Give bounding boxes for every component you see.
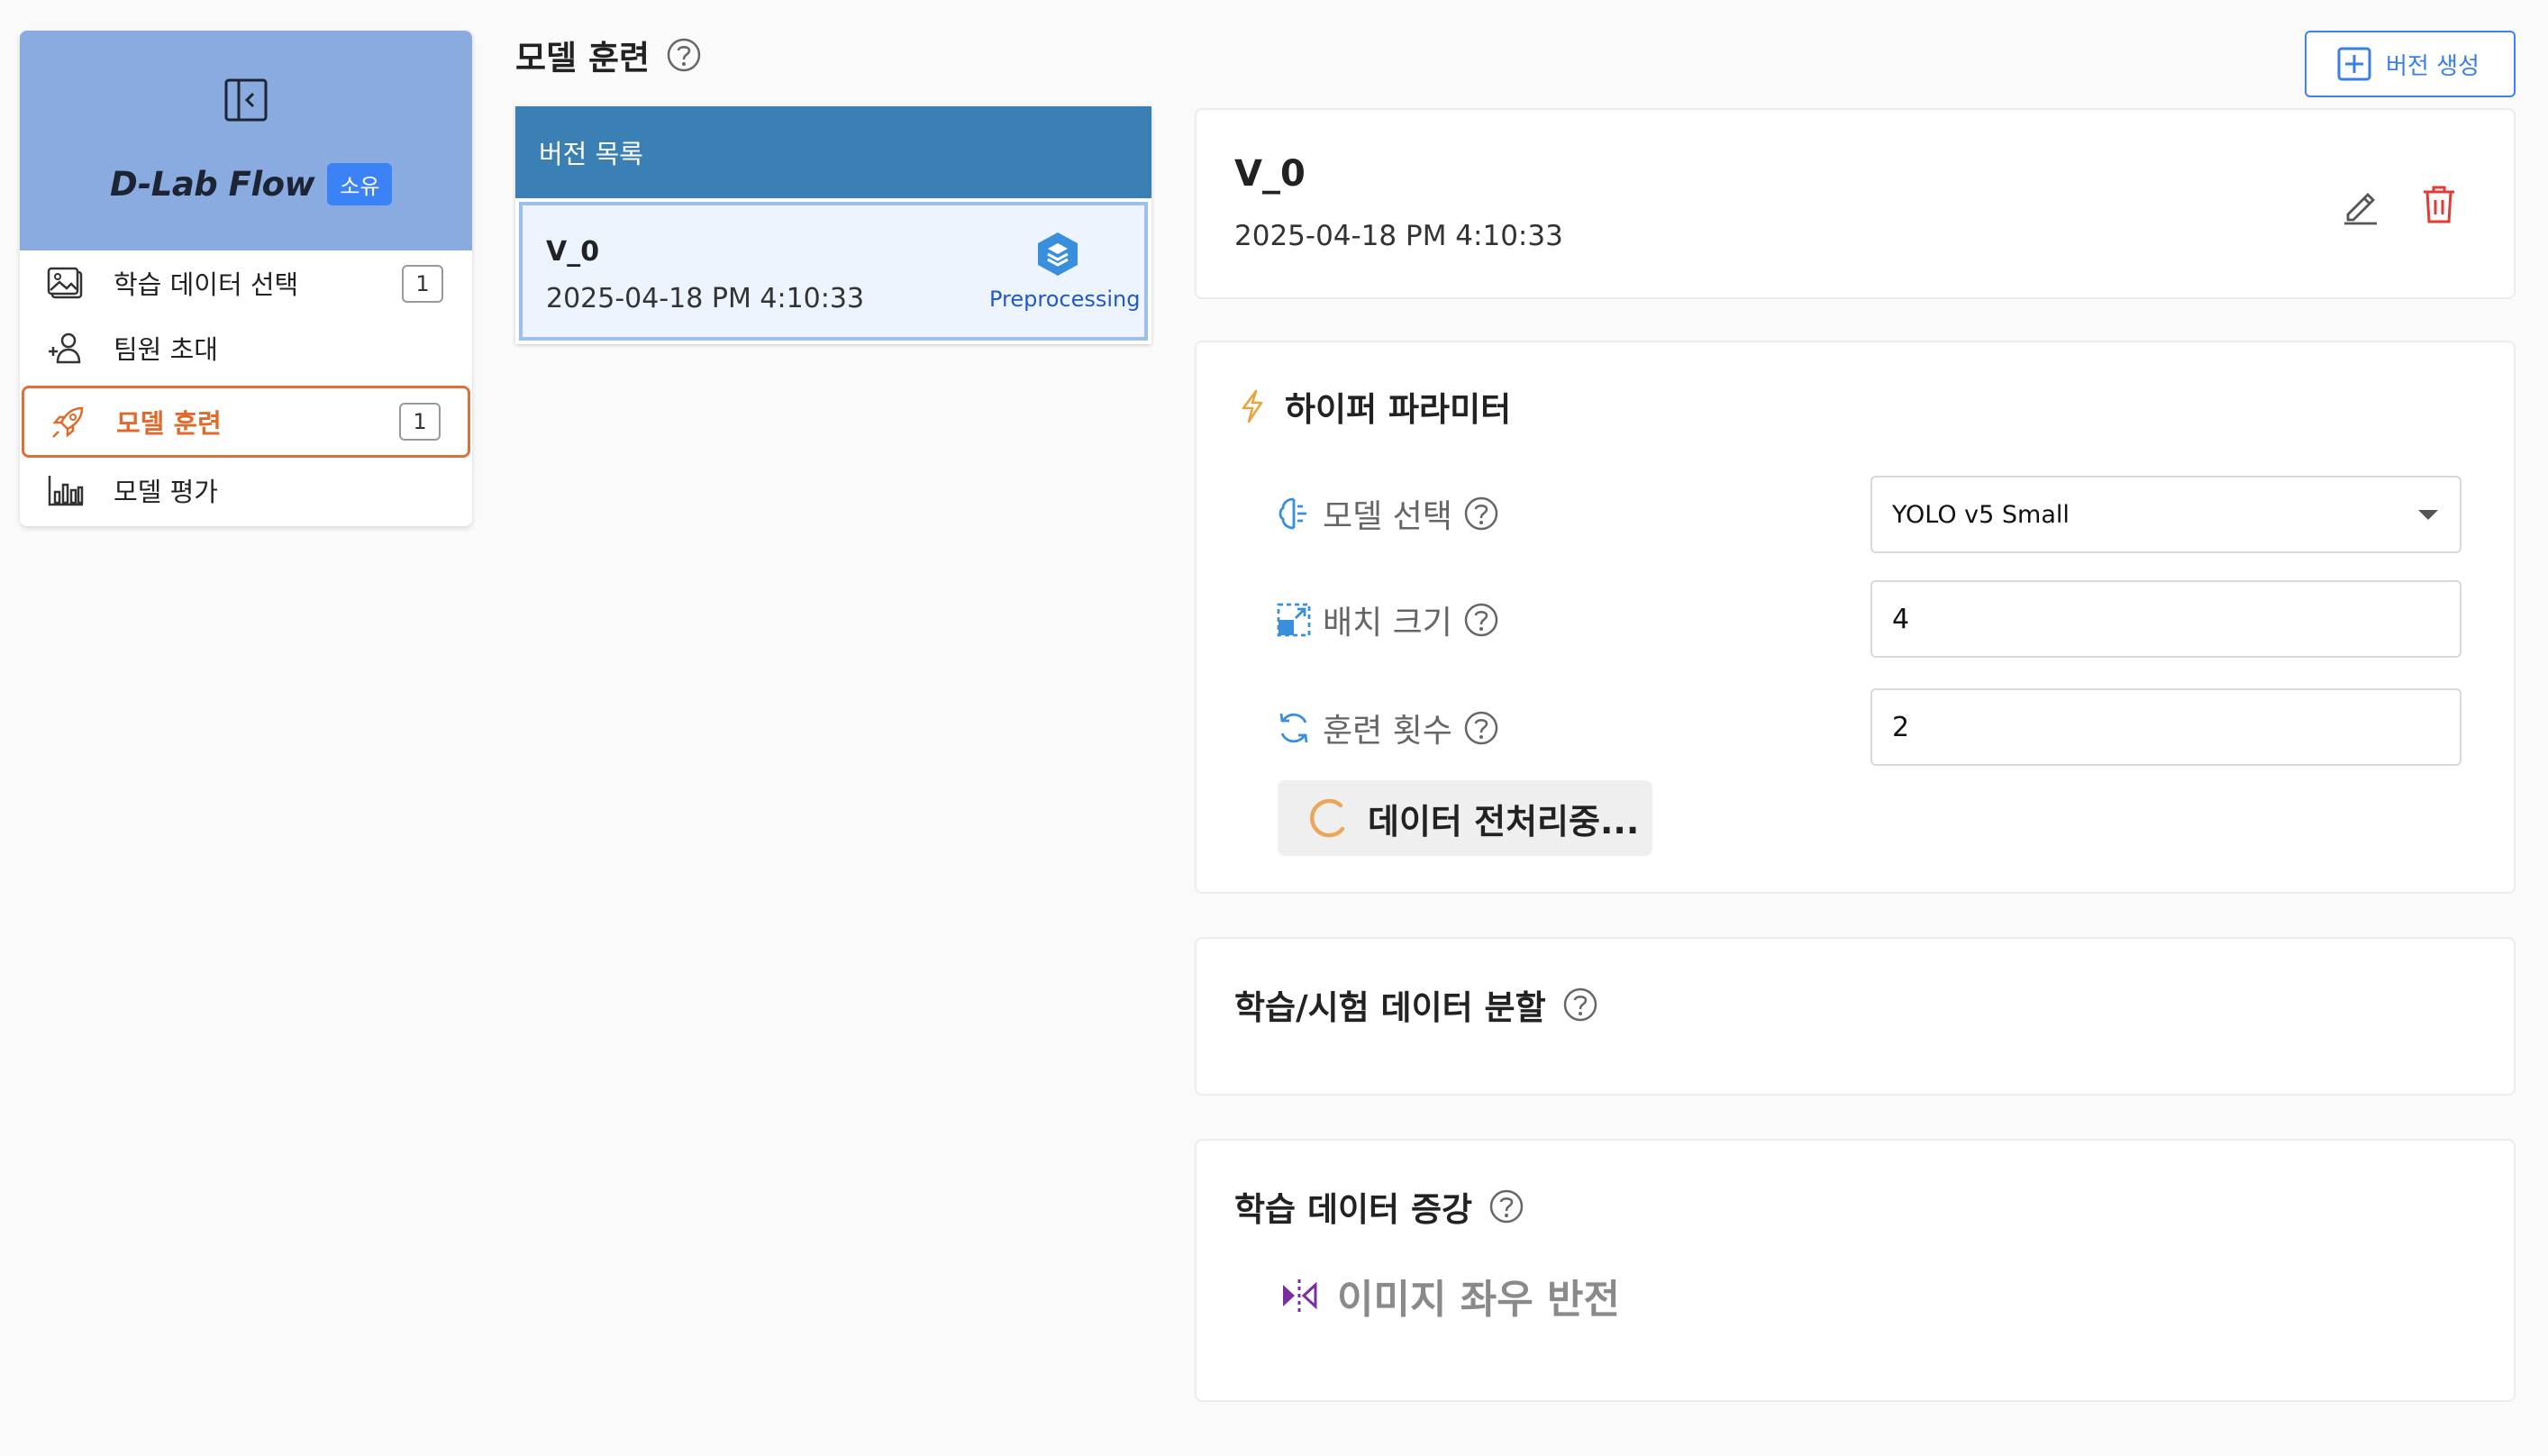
help-icon[interactable] (1488, 1188, 1524, 1224)
version-detail-card: V_0 2025-04-18 PM 4:10:33 (1195, 108, 2516, 299)
lightning-icon (1236, 388, 1269, 424)
resize-icon (1276, 602, 1312, 638)
hyperparams-card: 하이퍼 파라미터 모델 선택 YOLO v5 Small 배치 크기 4 훈련 … (1195, 341, 2516, 894)
brand-name: D-Lab Flow (110, 164, 315, 204)
sidebar-item-label: 팀원 초대 (114, 334, 218, 365)
create-version-button[interactable]: 버전 생성 (2305, 31, 2516, 97)
epochs-value: 2 (1892, 711, 1910, 743)
help-icon[interactable] (1562, 987, 1598, 1023)
layers-icon (1034, 231, 1081, 278)
create-version-label: 버전 생성 (2386, 52, 2480, 80)
sidebar-item-model-eval[interactable]: 모델 평가 (20, 458, 472, 523)
model-select-label-text: 모델 선택 (1323, 498, 1452, 535)
model-select-label: 모델 선택 (1276, 487, 1499, 541)
sidebar-collapse-icon[interactable] (223, 77, 268, 123)
epochs-label-text: 훈련 횟수 (1323, 713, 1452, 750)
augmentation-card: 학습 데이터 증강 이미지 좌우 반전 (1195, 1139, 2516, 1402)
version-detail-date: 2025-04-18 PM 4:10:33 (1234, 220, 1563, 252)
augmentation-title-text: 학습 데이터 증강 (1234, 1190, 1473, 1229)
flip-horizontal-icon (1279, 1276, 1319, 1315)
help-icon[interactable] (1463, 496, 1499, 532)
status-badge: Preprocessing (989, 287, 1141, 312)
batch-size-label: 배치 크기 (1276, 593, 1499, 647)
epochs-input[interactable]: 2 (1870, 688, 2462, 766)
sidebar-item-invite[interactable]: 팀원 초대 (20, 315, 472, 380)
count-badge: 1 (399, 403, 441, 441)
hyperparams-title: 하이퍼 파라미터 (1236, 382, 1511, 431)
edit-icon[interactable] (2341, 186, 2380, 225)
sidebar-item-data-select[interactable]: 학습 데이터 선택 1 (20, 250, 472, 315)
batch-size-label-text: 배치 크기 (1323, 605, 1452, 642)
epochs-label: 훈련 횟수 (1276, 701, 1499, 755)
sidebar-item-label: 학습 데이터 선택 (114, 269, 299, 300)
refresh-icon (1276, 710, 1312, 746)
batch-size-value: 4 (1892, 603, 1910, 635)
help-icon[interactable] (1463, 602, 1499, 638)
batch-size-input[interactable]: 4 (1870, 580, 2462, 658)
add-user-icon (47, 330, 85, 366)
data-split-title-text: 학습/시험 데이터 분할 (1234, 988, 1546, 1027)
page-title-text: 모델 훈련 (515, 39, 651, 77)
page-title: 모델 훈련 (515, 31, 702, 79)
plus-square-icon (2337, 47, 2371, 81)
version-name: V_0 (546, 236, 600, 268)
model-select-value: YOLO v5 Small (1892, 500, 2070, 529)
sidebar-item-label: 모델 훈련 (116, 408, 222, 439)
rocket-icon (50, 405, 87, 441)
brand: D-Lab Flow 소유 (110, 159, 393, 209)
help-icon[interactable] (1463, 710, 1499, 746)
brain-icon (1276, 496, 1312, 532)
data-split-card: 학습/시험 데이터 분할 (1195, 937, 2516, 1096)
preprocessing-button: 데이터 전처리중... (1278, 780, 1652, 856)
bar-chart-icon (47, 472, 85, 508)
sidebar: D-Lab Flow 소유 학습 데이터 선택 1 팀원 초대 모델 훈련 1 … (20, 31, 472, 526)
version-list-item[interactable]: V_0 2025-04-18 PM 4:10:33 Preprocessing (519, 202, 1148, 341)
augmentation-title: 학습 데이터 증강 (1234, 1182, 1524, 1231)
preprocessing-label: 데이터 전처리중... (1368, 801, 1640, 842)
augmentation-item-label: 이미지 좌우 반전 (1337, 1277, 1620, 1323)
trash-icon[interactable] (2420, 184, 2458, 225)
model-select[interactable]: YOLO v5 Small (1870, 476, 2462, 553)
image-icon (47, 265, 85, 301)
owner-badge: 소유 (327, 162, 393, 205)
count-badge: 1 (402, 265, 443, 303)
sidebar-header: D-Lab Flow 소유 (20, 31, 472, 250)
version-detail-name: V_0 (1234, 153, 1306, 195)
sidebar-item-label: 모델 평가 (114, 477, 218, 507)
version-date: 2025-04-18 PM 4:10:33 (546, 283, 865, 314)
hyperparams-title-text: 하이퍼 파라미터 (1285, 390, 1512, 429)
version-list: 버전 목록 V_0 2025-04-18 PM 4:10:33 Preproce… (515, 106, 1151, 344)
help-icon[interactable] (666, 37, 702, 73)
augmentation-item-hflip[interactable]: 이미지 좌우 반전 (1279, 1267, 1620, 1324)
data-split-title: 학습/시험 데이터 분할 (1234, 980, 1598, 1029)
sidebar-item-model-training[interactable]: 모델 훈련 1 (22, 386, 470, 458)
version-list-header: 버전 목록 (515, 106, 1151, 198)
caret-down-icon (2418, 510, 2438, 520)
spinner-icon (1305, 796, 1348, 840)
